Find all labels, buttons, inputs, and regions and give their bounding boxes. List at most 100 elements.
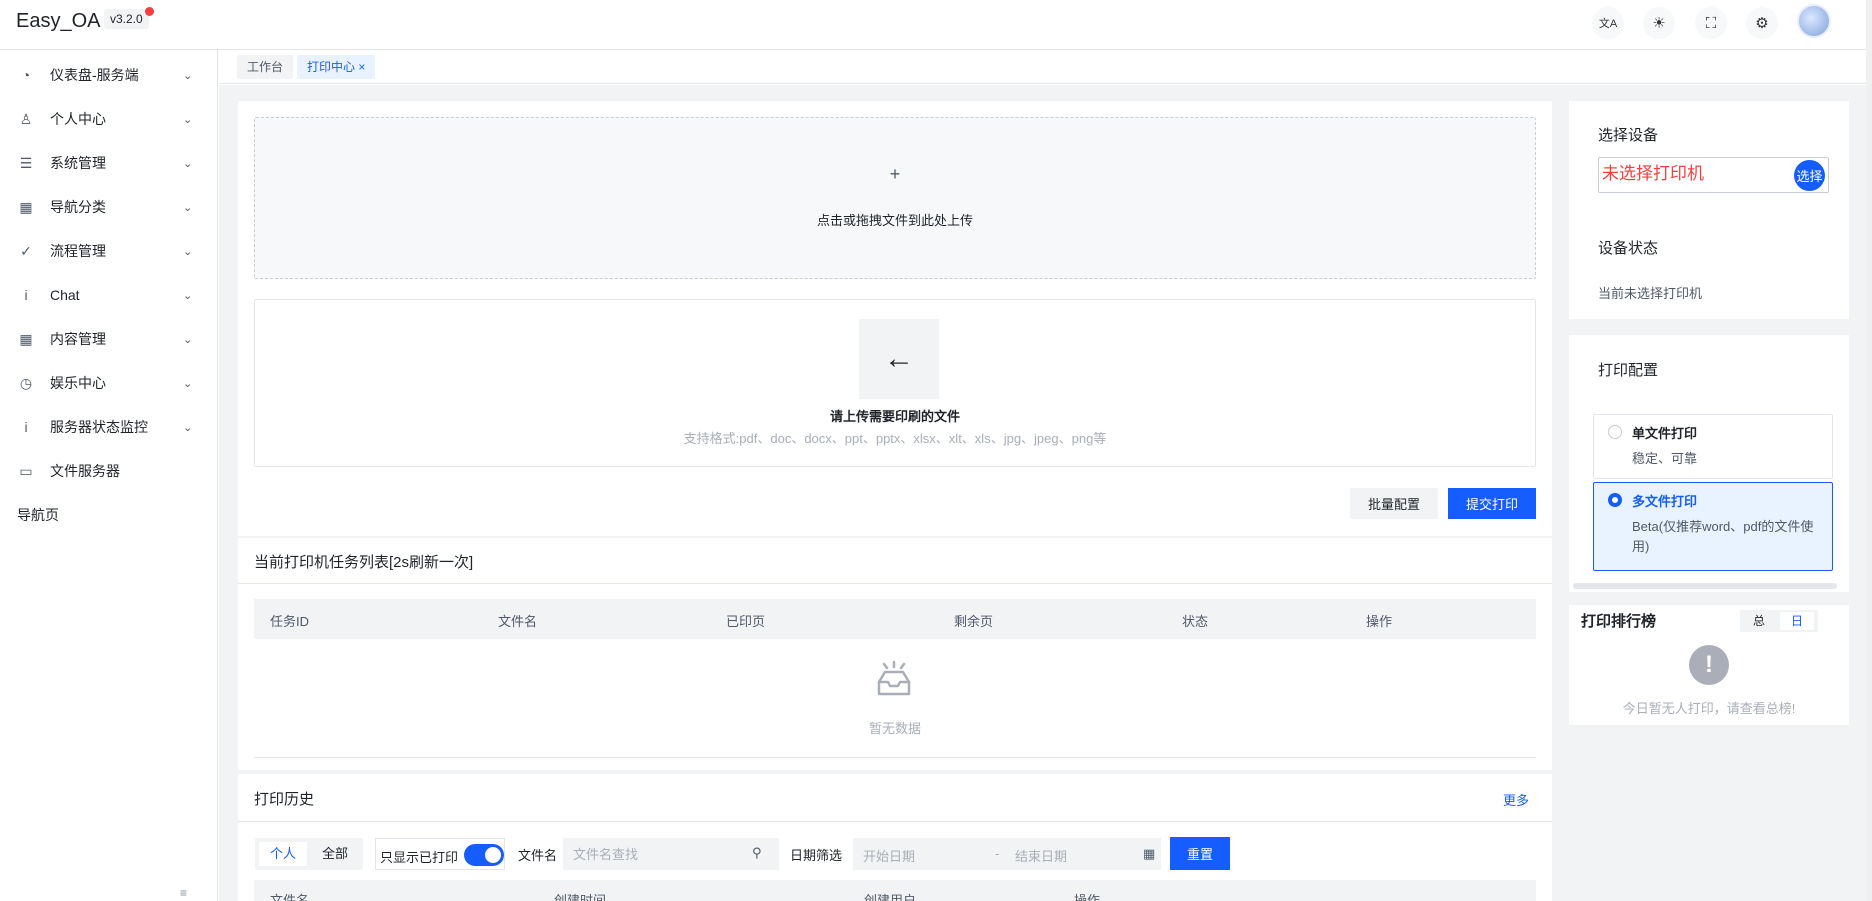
sidebar-item-label: 娱乐中心 xyxy=(50,375,106,391)
user-avatar[interactable] xyxy=(1797,4,1831,38)
settings-icon: ⚙ xyxy=(1755,15,1769,32)
sidebar-item-label: 导航页 xyxy=(17,507,59,523)
scope-personal-tab[interactable]: 个人 xyxy=(259,842,307,866)
toggle-knob xyxy=(485,847,501,863)
divider xyxy=(254,757,1536,758)
only-printed-label: 只显示已打印 xyxy=(380,850,459,865)
chevron-down-icon: ⌄ xyxy=(183,113,193,126)
sidebar-item-label: 流程管理 xyxy=(50,243,106,259)
select-printer-button[interactable]: 选择 xyxy=(1794,160,1825,191)
ranking-tabs: 总 日 xyxy=(1740,610,1818,632)
app-brand[interactable]: Easy_OA xyxy=(16,10,100,33)
option-description: 稳定、可靠 xyxy=(1632,451,1698,466)
settings-button[interactable]: ⚙ xyxy=(1746,7,1778,39)
scope-all-tab[interactable]: 全部 xyxy=(311,842,359,866)
sidebar-item-server-monitor[interactable]: i 服务器状态监控 ⌄ xyxy=(0,405,218,449)
file-prompt-formats: 支持格式:pdf、doc、docx、ppt、pptx、xlsx、xlt、xls、… xyxy=(683,431,1107,446)
column-header: 任务ID xyxy=(270,614,310,629)
task-list-title: 当前打印机任务列表[2s刷新一次] xyxy=(254,554,474,571)
empty-state-text: 暂无数据 xyxy=(868,721,921,736)
theme-toggle-button[interactable]: ☀ xyxy=(1643,7,1675,39)
sidebar-item-workflow[interactable]: ✓ 流程管理 ⌄ xyxy=(0,229,218,273)
sidebar-item-content[interactable]: ▦ 内容管理 ⌄ xyxy=(0,317,218,361)
ranking-empty-text: 今日暂无人打印，请查看总榜! xyxy=(1622,701,1796,716)
filename-search-input[interactable] xyxy=(563,838,779,870)
chevron-down-icon: ⌄ xyxy=(183,289,193,302)
column-header: 操作 xyxy=(1074,893,1101,901)
info-icon: i xyxy=(24,419,28,435)
divider xyxy=(238,821,1552,822)
date-end-field[interactable]: 结束日期 xyxy=(1015,846,1067,865)
sidebar-item-system[interactable]: ☰ 系统管理 ⌄ xyxy=(0,141,218,185)
sidebar-item-label: 个人中心 xyxy=(50,111,106,127)
sidebar-item-label: 文件服务器 xyxy=(50,463,120,479)
chevron-down-icon: ⌄ xyxy=(183,69,193,82)
only-printed-filter: 只显示已打印 xyxy=(375,838,505,870)
sidebar-item-file-server[interactable]: ▭ 文件服务器 xyxy=(0,449,218,493)
file-prompt-title: 请上传需要印刷的文件 xyxy=(829,409,960,424)
upload-dropzone[interactable]: + 点击或拖拽文件到此处上传 xyxy=(254,117,1536,279)
date-range-picker[interactable]: 开始日期 - 结束日期 ▦ xyxy=(853,838,1161,870)
chevron-down-icon: ⌄ xyxy=(183,245,193,258)
task-table-header: 任务ID 文件名 已印页 剩余页 状态 操作 xyxy=(254,599,1536,639)
folder-icon: ▭ xyxy=(19,462,33,479)
tab-print-center[interactable]: 打印中心 × xyxy=(297,55,376,79)
filename-label: 文件名 xyxy=(518,848,558,863)
sidebar-item-nav-page[interactable]: 导航页 xyxy=(0,493,218,537)
top-header: Easy_OA v3.2.0 文A ☀ ⛶ ⚙ xyxy=(0,0,1872,50)
notification-dot xyxy=(145,7,154,16)
sidebar-item-dashboard[interactable]: ◔ 仪表盘-服务端 ⌄ xyxy=(0,53,218,97)
radio-button[interactable] xyxy=(1608,493,1622,507)
radio-button[interactable] xyxy=(1608,425,1622,439)
plus-icon: + xyxy=(889,164,901,184)
column-header: 剩余页 xyxy=(954,614,994,629)
device-status-title: 设备状态 xyxy=(1598,240,1659,257)
translate-button[interactable]: 文A xyxy=(1592,7,1624,39)
sidebar-item-chat[interactable]: i Chat ⌄ xyxy=(0,273,218,317)
page-scrollbar[interactable] xyxy=(1866,0,1872,901)
date-filter-label: 日期筛选 xyxy=(790,848,843,863)
grid-icon: ▦ xyxy=(19,330,33,347)
ranking-tab-total[interactable]: 总 xyxy=(1742,612,1776,630)
empty-inbox-icon xyxy=(877,660,911,696)
search-icon[interactable]: ⚲ xyxy=(752,845,762,861)
collapse-sidebar-icon[interactable]: ≡ xyxy=(180,886,187,900)
fullscreen-button[interactable]: ⛶ xyxy=(1695,7,1727,39)
chevron-down-icon: ⌄ xyxy=(183,421,193,434)
reset-button[interactable]: 重置 xyxy=(1170,837,1230,870)
column-header: 文件名 xyxy=(498,614,538,629)
date-start-field[interactable]: 开始日期 xyxy=(863,846,915,865)
single-file-option[interactable]: 单文件打印 稳定、可靠 xyxy=(1593,414,1833,479)
tab-workbench[interactable]: 工作台 xyxy=(237,55,294,79)
clock-icon: ◷ xyxy=(19,374,33,391)
column-header: 状态 xyxy=(1182,614,1209,629)
sidebar-item-personal[interactable]: ♙ 个人中心 ⌄ xyxy=(0,97,218,141)
user-icon: ♙ xyxy=(19,110,33,127)
column-header[interactable]: 文件名 xyxy=(270,890,309,901)
sidebar-item-nav-category[interactable]: ▦ 导航分类 ⌄ xyxy=(0,185,218,229)
device-title: 选择设备 xyxy=(1598,127,1659,144)
sidebar-item-label: 仪表盘-服务端 xyxy=(50,67,139,83)
sidebar-item-label: 系统管理 xyxy=(50,155,106,171)
column-header: 已印页 xyxy=(726,614,766,629)
close-icon[interactable]: × xyxy=(358,60,365,74)
device-status-text: 当前未选择打印机 xyxy=(1598,286,1703,301)
sidebar-item-label: 导航分类 xyxy=(50,199,106,215)
date-separator: - xyxy=(995,846,1000,861)
check-circle-icon: ✓ xyxy=(20,242,32,259)
tab-strip: 工作台 打印中心 × xyxy=(219,50,1872,84)
only-printed-toggle[interactable] xyxy=(464,844,504,866)
submit-print-button[interactable]: 提交打印 xyxy=(1448,488,1536,519)
more-link[interactable]: 更多 xyxy=(1503,790,1529,809)
multi-file-option[interactable]: 多文件打印 Beta(仅推荐word、pdf的文件使用) xyxy=(1593,482,1833,571)
column-header[interactable]: 创建时间 xyxy=(554,890,606,901)
ranking-tab-day[interactable]: 日 xyxy=(1780,612,1814,630)
chevron-down-icon: ⌄ xyxy=(183,377,193,390)
batch-config-button[interactable]: 批量配置 xyxy=(1350,488,1438,519)
column-header[interactable]: 创建用户 xyxy=(864,890,916,901)
theme-icon: ☀ xyxy=(1652,15,1666,32)
chevron-down-icon: ⌄ xyxy=(183,157,193,170)
sidebar-item-entertainment[interactable]: ◷ 娱乐中心 ⌄ xyxy=(0,361,218,405)
printer-select-value: 未选择打印机 xyxy=(1602,164,1704,183)
horizontal-scrollbar[interactable] xyxy=(1573,583,1837,589)
